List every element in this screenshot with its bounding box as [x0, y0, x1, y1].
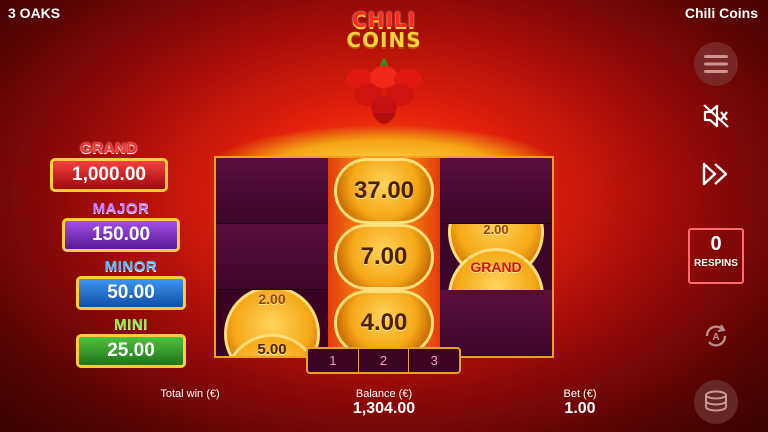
jackpot-minor-value: 50.00 [76, 276, 186, 310]
autoplay-button[interactable]: A [694, 314, 738, 358]
jackpot-mini-label: MINI [114, 316, 148, 333]
total-win-label: Total win (€) [160, 388, 220, 400]
autoplay-icon: A [705, 324, 727, 347]
jackpot-mini: MINI 25.00 [68, 316, 194, 368]
row-selector: 1 2 3 [306, 347, 461, 374]
logo-line-1: CHILI [351, 8, 417, 32]
provider-logo-text: 3 OAKS [8, 5, 61, 21]
respins-count: 0 [710, 233, 722, 255]
sound-toggle-button[interactable] [694, 94, 738, 138]
reel-grid: 2.00 5.00 37.00 7.00 4.00 2.00 GRAND [214, 156, 554, 358]
coin-stack-icon [705, 390, 727, 412]
svg-text:A: A [712, 332, 719, 343]
turbo-button[interactable] [694, 152, 738, 196]
row-tab-3[interactable]: 3 [409, 349, 459, 372]
logo-line-2: COINS [346, 28, 422, 52]
jackpot-grand-label: GRAND [80, 140, 138, 157]
jackpot-grand: GRAND 1,000.00 [46, 140, 172, 192]
jackpot-grand-value: 1,000.00 [50, 158, 168, 192]
jackpot-mini-value: 25.00 [76, 334, 186, 368]
menu-button[interactable] [694, 42, 738, 86]
jackpot-major-label: MAJOR [92, 200, 150, 217]
balance-value: 1,304.00 [352, 400, 416, 417]
reel-3: 2.00 GRAND [440, 158, 552, 356]
jackpot-major: MAJOR 150.00 [58, 200, 184, 252]
partial-coin-cell: 2.00 GRAND [440, 224, 552, 290]
empty-cell [440, 158, 552, 224]
bet-value: 1.00 [564, 400, 596, 417]
bet-label: Bet (€) [563, 388, 597, 400]
jackpot-minor: MINOR 50.00 [68, 258, 194, 310]
balance-label: Balance (€) [355, 388, 413, 400]
jackpot-minor-label: MINOR [104, 258, 158, 275]
balance-display: Balance (€) 1,304.00 [334, 388, 434, 418]
empty-cell [216, 224, 328, 290]
game-title: Chili Coins [684, 5, 758, 21]
fast-forward-icon [702, 162, 728, 186]
empty-cell [216, 158, 328, 224]
respins-label: RESPINS [694, 258, 738, 269]
row-tab-2[interactable]: 2 [359, 349, 410, 372]
hamburger-icon [704, 55, 728, 73]
speaker-muted-icon [703, 104, 729, 128]
total-win-display: Total win (€) [140, 388, 240, 400]
respins-counter: 0 RESPINS [688, 228, 744, 284]
coin-symbol: 37.00 [334, 158, 434, 224]
bet-display: Bet (€) 1.00 [530, 388, 630, 418]
jackpot-major-value: 150.00 [62, 218, 180, 252]
reel-1: 2.00 5.00 [216, 158, 328, 356]
bet-settings-button[interactable] [694, 380, 738, 424]
chili-bunch-icon [346, 58, 422, 124]
reel-2: 37.00 7.00 4.00 [328, 158, 440, 356]
game-logo: CHILI COINS [322, 10, 446, 50]
coin-symbol: 7.00 [334, 224, 434, 290]
row-tab-1[interactable]: 1 [308, 349, 359, 372]
